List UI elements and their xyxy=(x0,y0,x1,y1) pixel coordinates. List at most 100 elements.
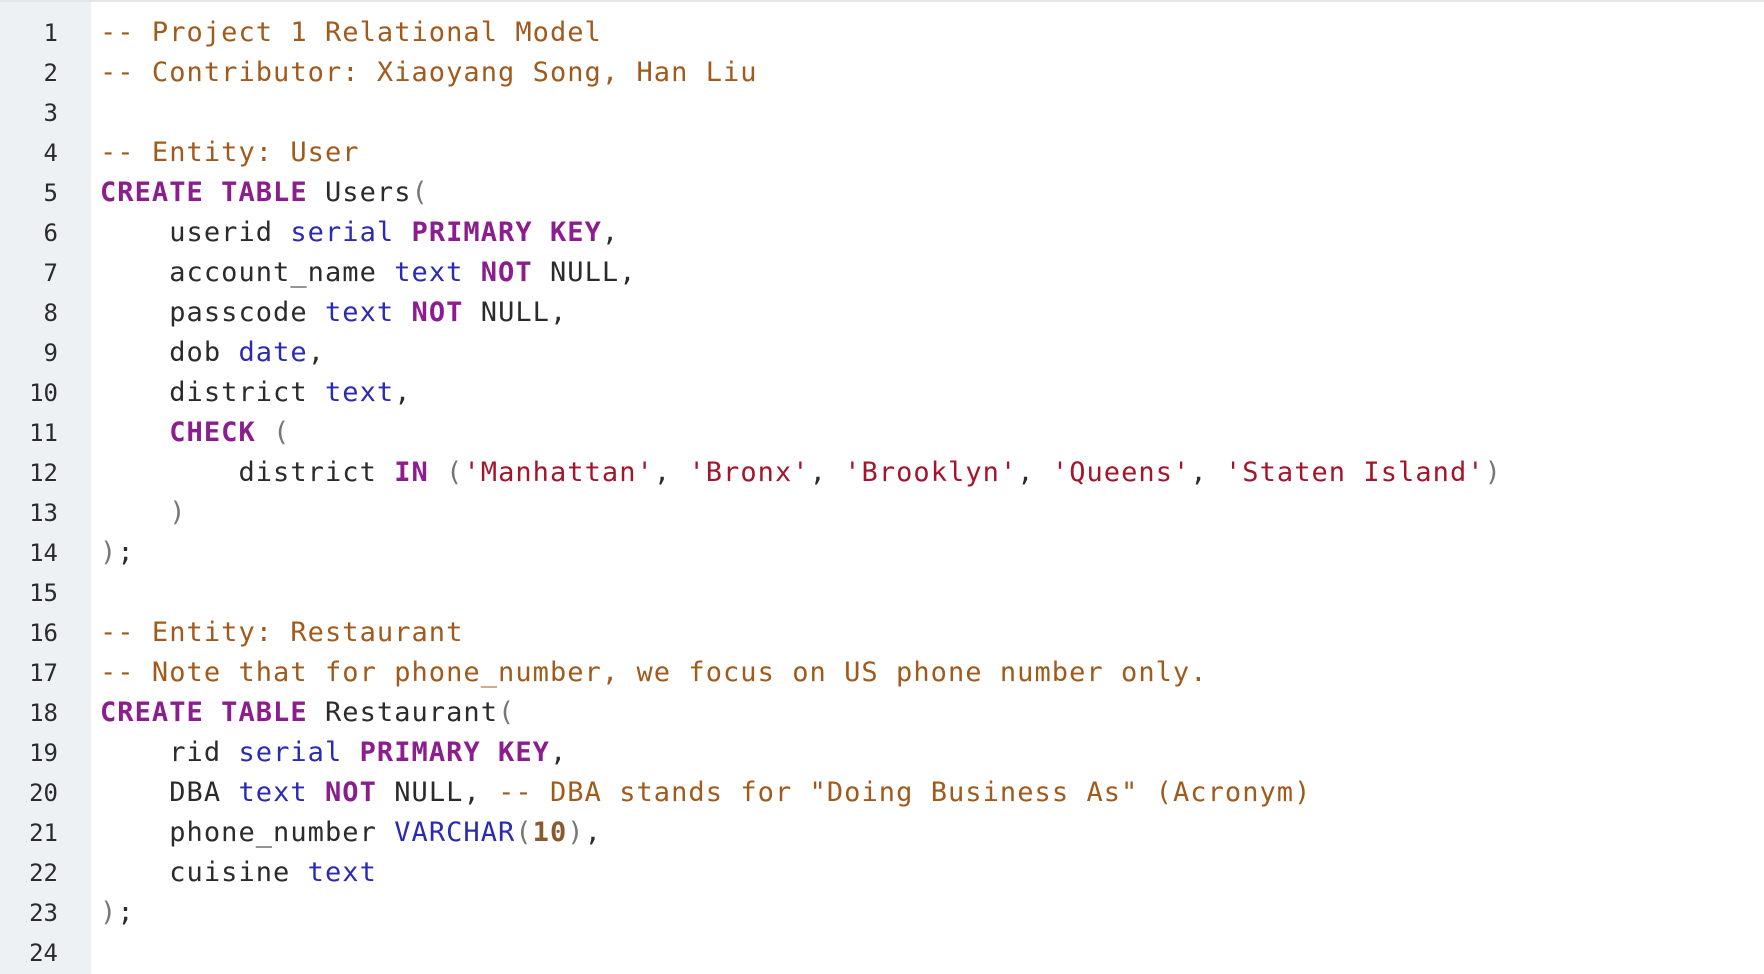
line-number: 20 xyxy=(29,779,58,807)
token-plain: district xyxy=(100,457,395,488)
code-line[interactable]: rid serial PRIMARY KEY, xyxy=(100,733,1764,773)
token-punct: ) xyxy=(100,897,118,928)
code-line[interactable]: -- Note that for phone_number, we focus … xyxy=(100,653,1764,693)
code-line[interactable]: cuisine text xyxy=(100,853,1764,893)
code-editor[interactable]: 1 2 3 4 5 6 7 8 9 10 11 12 13 14 15 16 17 18 19 20 21 22 23 24 … xyxy=(0,0,1764,974)
token-keyword: CREATE TABLE xyxy=(100,697,308,728)
line-number: 13 xyxy=(29,499,58,527)
token-string: 'Staten Island' xyxy=(1224,457,1485,488)
token-punct: ( xyxy=(515,817,533,848)
code-line[interactable]: ) xyxy=(100,493,1764,533)
token-type: date xyxy=(238,337,308,368)
token-punct: ( xyxy=(498,697,516,728)
line-number: 10 xyxy=(29,379,58,407)
code-line[interactable]: dob date, xyxy=(100,333,1764,373)
token-plain: NULL, xyxy=(532,257,637,288)
token-keyword: NOT xyxy=(325,777,377,808)
token-type: text xyxy=(307,857,377,888)
line-number: 19 xyxy=(29,739,58,767)
code-line[interactable]: DBA text NOT NULL, -- DBA stands for "Do… xyxy=(100,773,1764,813)
code-line[interactable]: CHECK ( xyxy=(100,413,1764,453)
token-plain: userid xyxy=(100,217,291,248)
token-plain: ; xyxy=(117,537,135,568)
token-plain: rid xyxy=(100,737,239,768)
line-number: 24 xyxy=(29,939,58,967)
line-number: 21 xyxy=(29,819,58,847)
token-comment: -- Entity: User xyxy=(100,137,360,168)
token-type: VARCHAR xyxy=(394,817,516,848)
code-line[interactable]: CREATE TABLE Users( xyxy=(100,173,1764,213)
code-line[interactable]: -- Entity: Restaurant xyxy=(100,613,1764,653)
token-plain: dob xyxy=(100,337,239,368)
code-line[interactable]: CREATE TABLE Restaurant( xyxy=(100,693,1764,733)
code-line[interactable]: passcode text NOT NULL, xyxy=(100,293,1764,333)
token-type: text xyxy=(394,257,464,288)
line-number: 2 xyxy=(43,59,58,87)
token-plain: phone_number xyxy=(100,817,395,848)
code-line[interactable]: -- Contributor: Xiaoyang Song, Han Liu xyxy=(100,53,1764,93)
token-punct: ) xyxy=(567,817,585,848)
token-comment: -- Project 1 Relational Model xyxy=(100,17,602,48)
token-plain: , xyxy=(584,817,602,848)
token-plain: ; xyxy=(117,897,135,928)
token-keyword: NOT xyxy=(480,257,533,288)
line-number: 9 xyxy=(43,339,58,367)
line-number: 14 xyxy=(29,539,58,567)
token-comment: -- Entity: Restaurant xyxy=(100,617,464,648)
token-keyword: IN xyxy=(394,457,429,488)
token-type: text xyxy=(324,297,395,328)
token-type: serial xyxy=(238,737,343,768)
line-number: 6 xyxy=(43,219,58,247)
code-line[interactable]: district IN ('Manhattan', 'Bronx', 'Broo… xyxy=(100,453,1764,493)
line-number: 7 xyxy=(43,259,58,287)
code-area[interactable]: -- Project 1 Relational Model -- Contribu… xyxy=(91,2,1764,974)
code-line[interactable]: account_name text NOT NULL, xyxy=(100,253,1764,293)
token-punct: ) xyxy=(169,497,187,528)
line-number: 18 xyxy=(29,699,58,727)
token-keyword: PRIMARY KEY xyxy=(359,737,550,768)
line-number: 5 xyxy=(43,179,58,207)
token-comment: -- Note that for phone_number, we focus … xyxy=(100,657,1208,688)
code-line[interactable]: phone_number VARCHAR(10), xyxy=(100,813,1764,853)
line-number-gutter: 1 2 3 4 5 6 7 8 9 10 11 12 13 14 15 16 17 18 19 20 21 22 23 24 xyxy=(0,2,91,974)
code-line[interactable]: ); xyxy=(100,893,1764,933)
code-line[interactable]: userid serial PRIMARY KEY, xyxy=(100,213,1764,253)
line-number: 1 xyxy=(43,19,58,47)
code-line[interactable]: ); xyxy=(100,533,1764,573)
token-plain: NULL, xyxy=(376,777,499,808)
code-line[interactable] xyxy=(100,933,1764,973)
token-plain: , xyxy=(601,217,620,248)
code-line[interactable]: -- Entity: User xyxy=(100,133,1764,173)
code-line[interactable] xyxy=(100,93,1764,133)
token-plain: , xyxy=(307,337,325,368)
token-plain: , xyxy=(809,457,845,488)
token-number: 10 xyxy=(532,817,568,848)
token-plain: , xyxy=(653,457,689,488)
line-number: 11 xyxy=(29,419,58,447)
token-comment: -- DBA stands for "Doing Business As" (A… xyxy=(498,777,1312,808)
code-line[interactable]: -- Project 1 Relational Model xyxy=(100,13,1764,53)
token-keyword: CHECK xyxy=(169,417,256,448)
token-plain: district xyxy=(100,377,325,408)
token-plain: Restaurant xyxy=(307,697,499,728)
code-line[interactable] xyxy=(100,573,1764,613)
code-line[interactable]: district text, xyxy=(100,373,1764,413)
token-plain: account_name xyxy=(100,257,395,288)
token-punct: ( xyxy=(411,177,429,208)
token-plain: cuisine xyxy=(100,857,308,888)
token-keyword: NOT xyxy=(411,297,464,328)
token-punct: ( xyxy=(273,417,291,448)
line-number: 8 xyxy=(43,299,58,327)
token-plain: passcode xyxy=(100,297,325,328)
token-string: 'Brooklyn' xyxy=(844,457,1018,488)
line-number: 15 xyxy=(29,579,58,607)
token-type: text xyxy=(324,377,395,408)
line-number: 3 xyxy=(43,99,58,127)
